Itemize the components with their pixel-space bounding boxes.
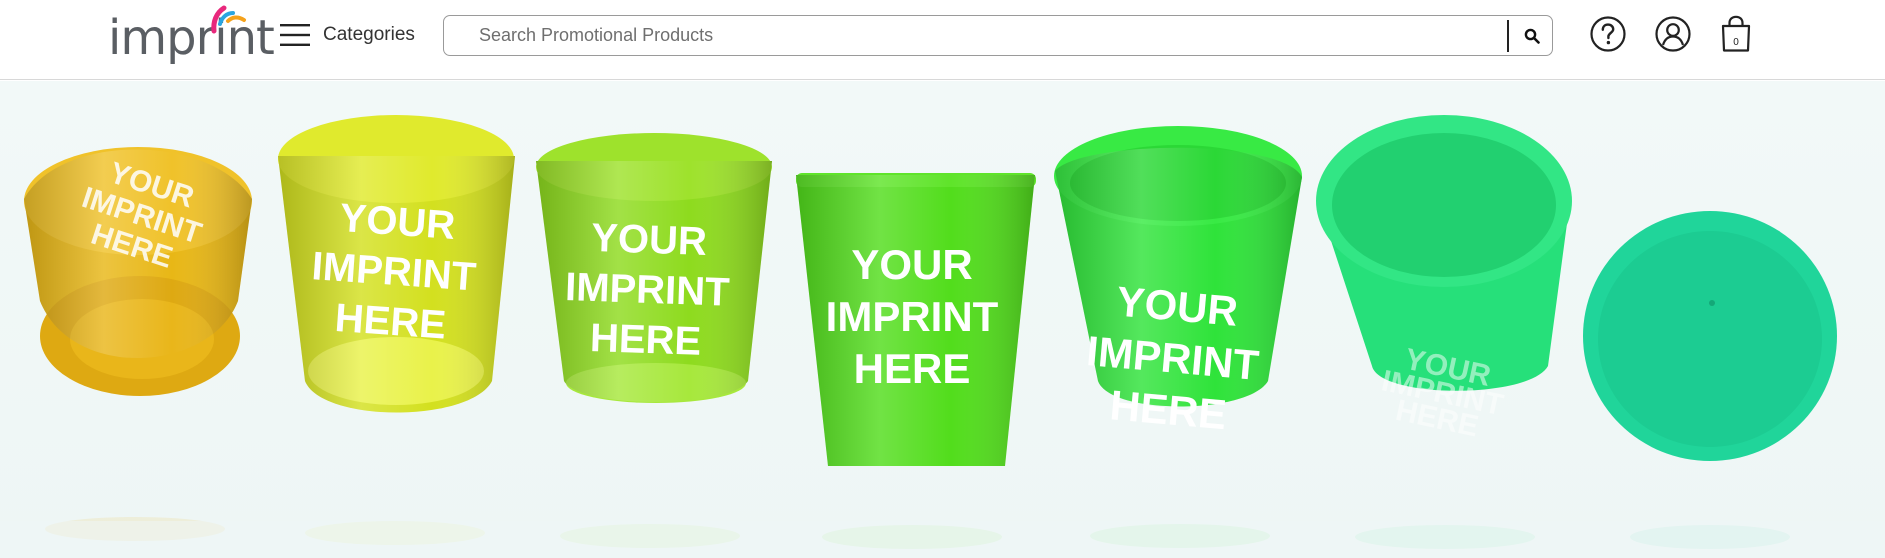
cart-button[interactable]: 0 bbox=[1718, 14, 1754, 54]
hero-cups-image: YOUR IMPRINT HERE YOUR IMPRINT HERE YOUR… bbox=[0, 115, 1885, 558]
cup-yellow-green: YOUR IMPRINT HERE bbox=[278, 115, 515, 545]
svg-text:YOUR: YOUR bbox=[591, 216, 708, 264]
search-bar bbox=[443, 15, 1553, 56]
hero-banner: YOUR IMPRINT HERE YOUR IMPRINT HERE YOUR… bbox=[0, 81, 1885, 558]
search-input[interactable] bbox=[445, 17, 1505, 54]
help-button[interactable] bbox=[1589, 15, 1627, 53]
cup-bright-green: YOUR IMPRINT HERE bbox=[1054, 126, 1302, 548]
svg-text:YOUR: YOUR bbox=[338, 196, 456, 248]
help-circle-icon bbox=[1590, 16, 1626, 52]
account-button[interactable] bbox=[1654, 15, 1692, 53]
hamburger-icon bbox=[280, 24, 310, 46]
svg-text:HERE: HERE bbox=[333, 296, 447, 348]
cart-count: 0 bbox=[1733, 37, 1739, 48]
cup-mint: YOUR IMPRINT HERE bbox=[1316, 115, 1572, 549]
search-icon bbox=[1524, 28, 1540, 44]
cup-green: YOUR IMPRINT HERE bbox=[796, 173, 1036, 549]
svg-text:IMPRINT: IMPRINT bbox=[826, 293, 999, 340]
categories-label: Categories bbox=[323, 24, 415, 45]
logo-swoosh-icon bbox=[211, 5, 246, 34]
svg-text:YOUR: YOUR bbox=[851, 241, 972, 288]
imprint-logo[interactable]: imprint bbox=[108, 4, 275, 70]
cup-orange: YOUR IMPRINT HERE bbox=[24, 147, 252, 541]
cup-teal bbox=[1583, 211, 1837, 549]
user-account-icon bbox=[1655, 16, 1691, 52]
search-button[interactable] bbox=[1514, 18, 1550, 54]
svg-text:HERE: HERE bbox=[854, 345, 971, 392]
search-divider bbox=[1507, 20, 1509, 52]
site-header: imprint Categories Search Promotional Pr… bbox=[0, 0, 1885, 80]
svg-text:IMPRINT: IMPRINT bbox=[564, 265, 730, 315]
svg-text:HERE: HERE bbox=[1108, 381, 1228, 438]
shopping-bag-icon: 0 bbox=[1721, 15, 1751, 52]
categories-menu-button[interactable]: Categories bbox=[280, 18, 415, 52]
cup-lime: YOUR IMPRINT HERE bbox=[536, 133, 772, 548]
svg-text:HERE: HERE bbox=[589, 316, 702, 364]
